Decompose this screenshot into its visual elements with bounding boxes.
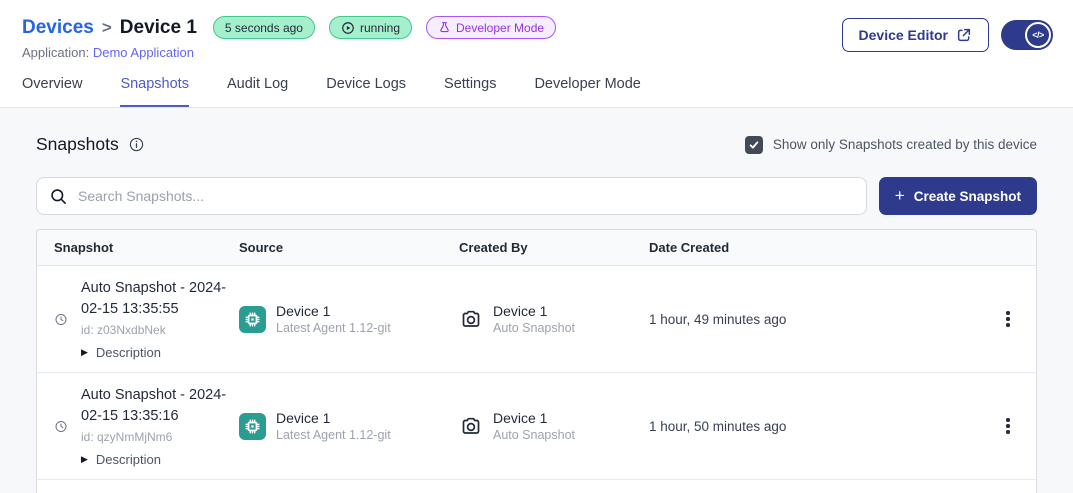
main-content: Snapshots Show only Snapshots created by…: [0, 134, 1073, 493]
application-name-link[interactable]: Demo Application: [93, 45, 194, 60]
table-row: Auto Snapshot - 2024-02-15 13:35:16 id: …: [37, 373, 1036, 480]
breadcrumb-current-device: Device 1: [120, 17, 197, 39]
snapshot-title: Auto Snapshot - 2024-02-15 13:35:55: [81, 278, 239, 320]
plus-icon: +: [895, 186, 905, 206]
kebab-menu-icon[interactable]: [1000, 412, 1016, 440]
header-left: Devices > Device 1 5 seconds ago running: [22, 16, 556, 60]
application-label: Application:: [22, 45, 89, 60]
developer-mode-badge: Developer Mode: [426, 16, 556, 39]
info-icon[interactable]: [128, 136, 145, 153]
tab-snapshots[interactable]: Snapshots: [120, 76, 189, 107]
created-by-type: Auto Snapshot: [493, 321, 575, 335]
top-bar: Devices > Device 1 5 seconds ago running: [0, 0, 1073, 60]
breadcrumb-separator: >: [102, 18, 112, 38]
description-toggle[interactable]: ▶ Description: [81, 452, 239, 467]
snapshot-id: id: qzyNmMjNm6: [81, 430, 239, 444]
triangle-icon: ▶: [81, 347, 88, 358]
create-snapshot-button[interactable]: + Create Snapshot: [879, 177, 1037, 215]
header-actions: Device Editor </>: [842, 16, 1053, 52]
developer-mode-toggle[interactable]: </>: [1001, 20, 1053, 50]
tab-bar: Overview Snapshots Audit Log Device Logs…: [0, 60, 1073, 108]
code-toggle-icon: </>: [1025, 22, 1051, 48]
table-row: Auto Snapshot - 2024-02-15 13:35:55 id: …: [37, 266, 1036, 373]
play-circle-icon: [341, 21, 355, 35]
snapshots-table: Snapshot Source Created By Date Created …: [36, 229, 1037, 493]
filter-checkbox-label[interactable]: Show only Snapshots created by this devi…: [773, 137, 1037, 152]
breadcrumb: Devices > Device 1 5 seconds ago running: [22, 16, 556, 39]
chip-icon: [239, 306, 266, 333]
device-editor-button[interactable]: Device Editor: [842, 18, 989, 52]
search-box: [36, 177, 867, 215]
created-by-name: Device 1: [493, 303, 575, 319]
flask-icon: [438, 21, 451, 34]
clock-icon: [54, 418, 68, 435]
source-device-name: Device 1: [276, 410, 391, 426]
chip-icon: [239, 413, 266, 440]
external-link-icon: [956, 27, 972, 43]
tab-settings[interactable]: Settings: [444, 76, 496, 107]
column-header-created-by: Created By: [459, 240, 649, 255]
checkbox-check-icon: [748, 139, 760, 151]
created-by-name: Device 1: [493, 410, 575, 426]
table-header-row: Snapshot Source Created By Date Created: [37, 230, 1036, 266]
date-created: 1 hour, 49 minutes ago: [649, 312, 980, 327]
column-header-snapshot: Snapshot: [37, 240, 239, 255]
clock-icon: [54, 311, 68, 328]
table-row-partial: [37, 480, 1036, 493]
breadcrumb-devices-link[interactable]: Devices: [22, 17, 94, 39]
snapshot-title: Auto Snapshot - 2024-02-15 13:35:16: [81, 385, 239, 427]
description-toggle[interactable]: ▶ Description: [81, 345, 239, 360]
camera-icon: [459, 307, 483, 331]
camera-icon: [459, 414, 483, 438]
snapshot-id: id: z03NxdbNek: [81, 323, 239, 337]
column-header-date-created: Date Created: [649, 240, 980, 255]
filter-checkbox[interactable]: [745, 136, 763, 154]
running-status-badge: running: [329, 16, 412, 39]
last-seen-badge: 5 seconds ago: [213, 16, 315, 39]
column-header-source: Source: [239, 240, 459, 255]
source-agent-version: Latest Agent 1.12-git: [276, 428, 391, 442]
application-line: Application: Demo Application: [22, 45, 556, 60]
source-device-name: Device 1: [276, 303, 391, 319]
column-header-actions: [980, 240, 1036, 255]
date-created: 1 hour, 50 minutes ago: [649, 419, 980, 434]
kebab-menu-icon[interactable]: [1000, 305, 1016, 333]
page-title: Snapshots: [36, 134, 119, 155]
status-badges: 5 seconds ago running Developer Mode: [213, 16, 556, 39]
tab-overview[interactable]: Overview: [22, 76, 82, 107]
source-agent-version: Latest Agent 1.12-git: [276, 321, 391, 335]
tab-developer-mode[interactable]: Developer Mode: [534, 76, 640, 107]
search-icon: [49, 187, 68, 206]
triangle-icon: ▶: [81, 454, 88, 465]
tab-device-logs[interactable]: Device Logs: [326, 76, 406, 107]
created-by-type: Auto Snapshot: [493, 428, 575, 442]
search-input[interactable]: [78, 188, 854, 204]
tab-audit-log[interactable]: Audit Log: [227, 76, 288, 107]
